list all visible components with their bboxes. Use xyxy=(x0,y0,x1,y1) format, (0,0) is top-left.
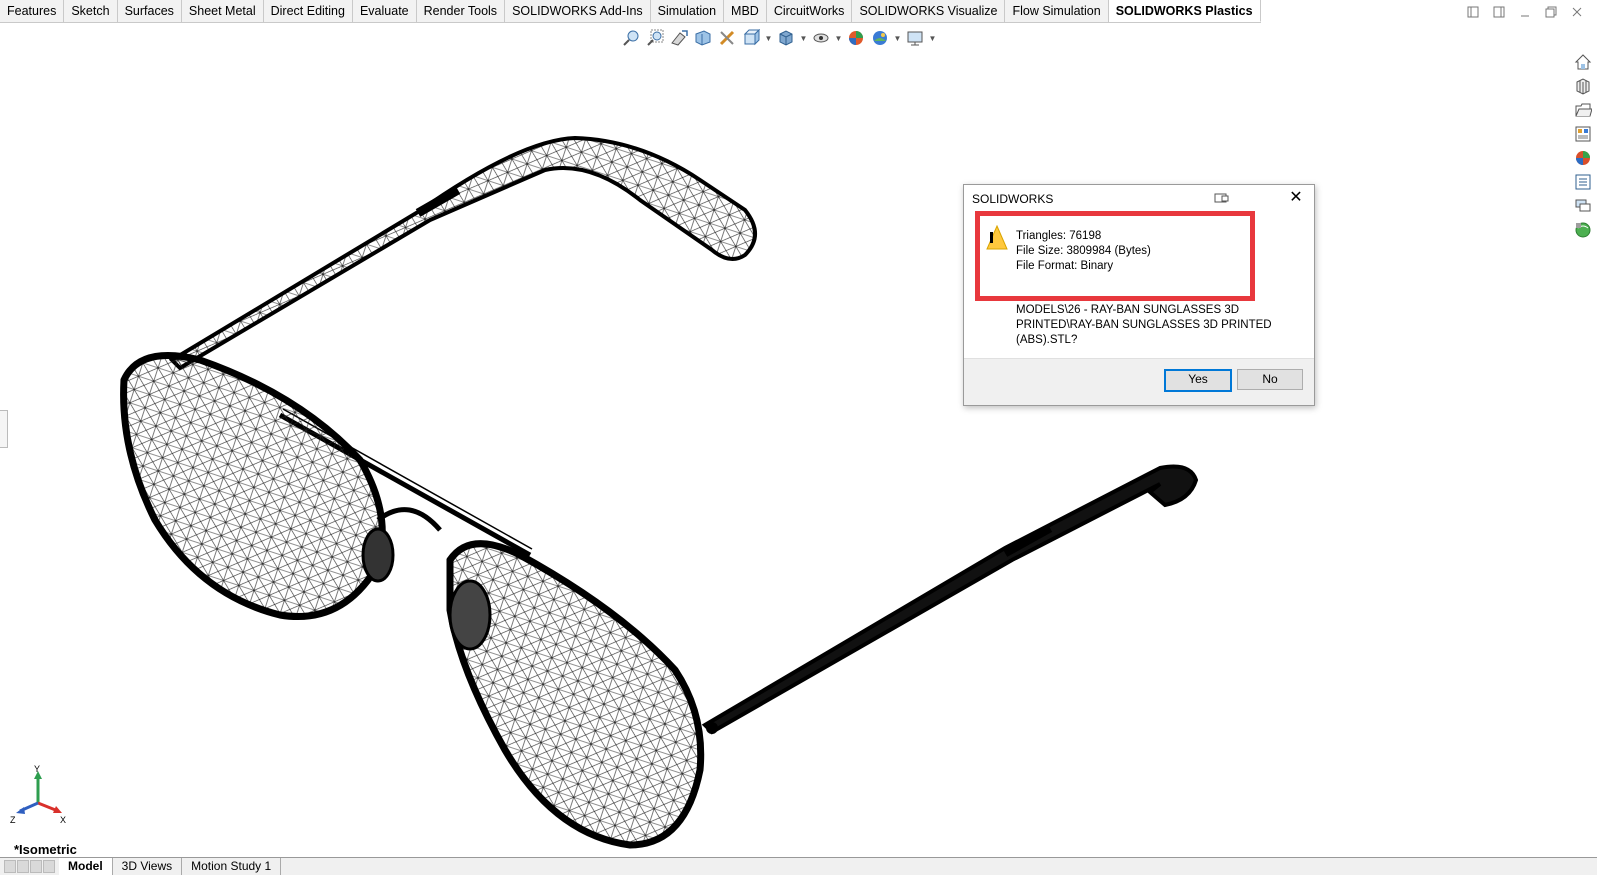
view-orientation-dropdown-icon[interactable]: ▼ xyxy=(764,34,773,43)
dialog-title: SOLIDWORKS xyxy=(972,192,1054,206)
tab-flow-simulation[interactable]: Flow Simulation xyxy=(1005,0,1109,22)
tab-render-tools[interactable]: Render Tools xyxy=(416,0,506,22)
tab-surfaces[interactable]: Surfaces xyxy=(117,0,182,22)
tab-mbd[interactable]: MBD xyxy=(724,0,767,22)
minimize-icon[interactable] xyxy=(1517,6,1533,20)
tab-solidworks-visualize[interactable]: SOLIDWORKS Visualize xyxy=(852,0,1006,22)
no-button[interactable]: No xyxy=(1237,369,1303,390)
tab-evaluate[interactable]: Evaluate xyxy=(352,0,417,22)
reference-triad: Y X Z xyxy=(10,765,66,825)
hide-show-items-icon[interactable] xyxy=(810,27,832,49)
tab-solidworks-add-ins[interactable]: SOLIDWORKS Add-Ins xyxy=(505,0,651,22)
hide-show-dropdown-icon[interactable]: ▼ xyxy=(834,34,843,43)
view-settings-icon[interactable] xyxy=(904,27,926,49)
design-library-icon[interactable] xyxy=(1571,75,1595,97)
tab-3d-views[interactable]: 3D Views xyxy=(113,858,183,875)
next-tab-icon[interactable] xyxy=(30,860,42,873)
view-orientation-icon[interactable] xyxy=(740,27,762,49)
restore-icon[interactable] xyxy=(1543,6,1559,20)
tile-right-icon[interactable] xyxy=(1491,6,1507,20)
file-size-text: File Size: 3809984 (Bytes) xyxy=(1016,245,1151,257)
solidworks-forum-icon[interactable] xyxy=(1571,195,1595,217)
dialog-close-icon[interactable]: ✕ xyxy=(1287,189,1305,207)
heads-up-view-toolbar: ▼ ▼ ▼ ▼ ▼ xyxy=(620,25,937,51)
custom-properties-icon[interactable] xyxy=(1571,171,1595,193)
tab-motion-study-1[interactable]: Motion Study 1 xyxy=(182,858,282,875)
tab-solidworks-plastics[interactable]: SOLIDWORKS Plastics xyxy=(1108,0,1261,22)
zoom-to-area-icon[interactable] xyxy=(644,27,666,49)
appearances-scenes-decals-icon[interactable] xyxy=(1571,147,1595,169)
triad-y-label: Y xyxy=(34,765,40,774)
previous-view-icon[interactable] xyxy=(668,27,690,49)
triad-z-label: Z xyxy=(10,815,16,825)
tab-direct-editing[interactable]: Direct Editing xyxy=(263,0,353,22)
tab-sheet-metal[interactable]: Sheet Metal xyxy=(181,0,264,22)
yes-button[interactable]: Yes xyxy=(1164,369,1232,392)
apply-scene-dropdown-icon[interactable]: ▼ xyxy=(893,34,902,43)
view-palette-icon[interactable] xyxy=(1571,123,1595,145)
tab-scroll-buttons xyxy=(0,858,59,875)
tile-left-icon[interactable] xyxy=(1465,6,1481,20)
previous-tab-icon[interactable] xyxy=(17,860,29,873)
file-format-text: File Format: Binary xyxy=(1016,260,1114,272)
dialog-button-bar: Yes No xyxy=(964,358,1314,405)
warning-icon xyxy=(986,224,1008,256)
task-pane-tabs xyxy=(1570,50,1597,243)
tab-simulation[interactable]: Simulation xyxy=(650,0,725,22)
last-tab-icon[interactable] xyxy=(43,860,55,873)
tab-circuitworks[interactable]: CircuitWorks xyxy=(766,0,853,22)
tab-model[interactable]: Model xyxy=(59,858,113,875)
dialog-restore-icon[interactable] xyxy=(1214,191,1230,209)
apply-scene-icon[interactable] xyxy=(869,27,891,49)
dynamic-annotation-icon[interactable] xyxy=(716,27,738,49)
zoom-to-fit-icon[interactable] xyxy=(620,27,642,49)
view-settings-dropdown-icon[interactable]: ▼ xyxy=(928,34,937,43)
bottom-tab-bar: Model 3D Views Motion Study 1 xyxy=(0,857,1597,875)
edit-appearance-icon[interactable] xyxy=(845,27,867,49)
view-orientation-label: *Isometric xyxy=(14,842,77,857)
feature-manager-collapse-handle[interactable] xyxy=(0,410,8,448)
first-tab-icon[interactable] xyxy=(4,860,16,873)
file-explorer-icon[interactable] xyxy=(1571,99,1595,121)
tab-sketch[interactable]: Sketch xyxy=(64,0,118,22)
solidworks-resources-home-icon[interactable] xyxy=(1571,51,1595,73)
stl-import-dialog: SOLIDWORKS ✕ Triangles: 76198 File Size:… xyxy=(963,184,1315,406)
triad-x-label: X xyxy=(60,815,66,825)
command-manager-tabs: Features Sketch Surfaces Sheet Metal Dir… xyxy=(0,0,1261,23)
tab-features[interactable]: Features xyxy=(0,0,65,22)
file-path-text: MODELS\26 - RAY-BAN SUNGLASSES 3D PRINTE… xyxy=(1016,304,1272,346)
display-style-icon[interactable] xyxy=(775,27,797,49)
triangles-text: Triangles: 76198 xyxy=(1016,230,1102,242)
section-view-icon[interactable] xyxy=(692,27,714,49)
display-style-dropdown-icon[interactable]: ▼ xyxy=(799,34,808,43)
model-graphics-area xyxy=(120,135,1199,849)
close-window-icon[interactable] xyxy=(1569,6,1585,20)
plastics-globe-icon[interactable] xyxy=(1571,219,1595,241)
